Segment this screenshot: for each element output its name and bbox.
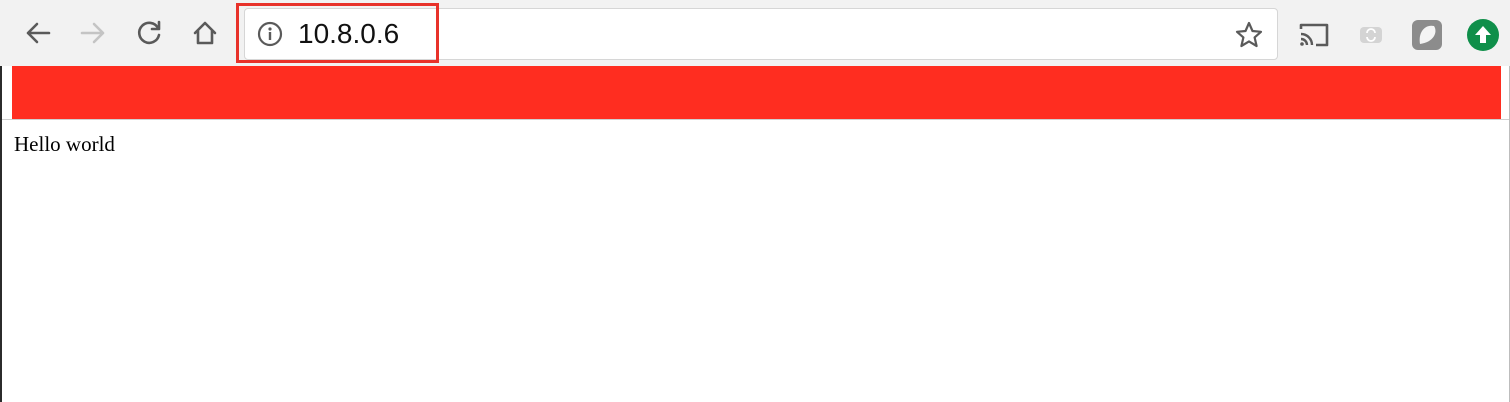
browser-toolbar: 10.8.0.6	[0, 0, 1510, 66]
ghost-extension-button[interactable]	[1410, 18, 1444, 52]
upload-extension-icon	[1467, 19, 1499, 51]
arrow-right-icon	[80, 22, 105, 44]
home-button[interactable]	[187, 15, 223, 51]
page-header-bar	[12, 66, 1501, 119]
sync-extension-icon	[1360, 27, 1382, 43]
reload-button[interactable]	[131, 15, 167, 51]
window-left-edge	[0, 66, 2, 402]
ghost-extension-icon	[1412, 20, 1442, 50]
home-icon	[193, 21, 217, 45]
arrow-left-icon	[26, 22, 51, 44]
reload-icon	[138, 20, 161, 45]
forward-button[interactable]	[75, 15, 111, 51]
url-text[interactable]: 10.8.0.6	[298, 16, 399, 52]
back-button[interactable]	[20, 15, 56, 51]
page-divider	[0, 119, 1510, 120]
cast-button[interactable]	[1297, 18, 1331, 52]
sync-extension-button[interactable]	[1354, 18, 1388, 52]
info-icon[interactable]	[257, 21, 283, 47]
upload-extension-button[interactable]	[1466, 18, 1500, 52]
page-body-text: Hello world	[14, 132, 115, 156]
star-icon[interactable]	[1234, 20, 1264, 50]
cast-icon	[1299, 23, 1329, 47]
